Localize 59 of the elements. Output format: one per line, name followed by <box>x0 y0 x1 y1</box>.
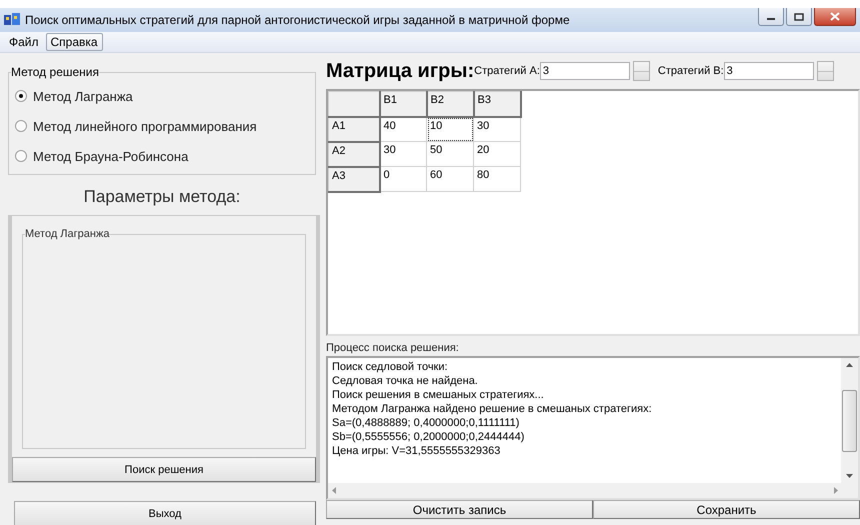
table-cell[interactable]: 30 <box>474 116 520 142</box>
menu-item[interactable]: Справка <box>46 33 103 51</box>
right-arrow-icon[interactable] <box>834 487 838 494</box>
up-arrow-icon[interactable] <box>846 363 853 367</box>
horizontal-scrollbar[interactable] <box>328 483 858 498</box>
radio-label[interactable]: Метод Лагранжа <box>33 88 133 104</box>
column-header: B3 <box>474 92 520 116</box>
table-cell[interactable]: 50 <box>426 142 474 166</box>
down-arrow-icon[interactable] <box>846 474 853 478</box>
field-label: Стратегий А: <box>474 65 540 77</box>
group-title: Метод Лагранжа <box>25 228 110 240</box>
number-field[interactable]: 3 <box>540 62 630 80</box>
table-cell[interactable]: 0 <box>380 166 426 192</box>
column-header: B2 <box>426 92 474 116</box>
app-icon <box>4 13 20 27</box>
radio-label[interactable]: Метод Брауна-Робинсона <box>33 148 188 164</box>
action-button[interactable]: Очистить запись <box>326 500 593 519</box>
close-icon <box>830 12 840 21</box>
log-line: Цена игры: V=31,5555555329363 <box>332 444 502 458</box>
exit-button[interactable]: Выход <box>14 501 316 525</box>
field-label: Стратегий В: <box>658 65 724 77</box>
log-line: Поиск решения в смешаных стратегиях... <box>332 388 545 402</box>
log-line: Седловая точка не найдена. <box>332 374 479 388</box>
table-cell[interactable]: 40 <box>380 116 426 142</box>
radio-button[interactable] <box>15 120 27 132</box>
window-title: Поиск оптимальных стратегий для парной антогонистической игры заданной в матричной форме <box>25 13 571 27</box>
row-header: A1 <box>328 116 380 142</box>
maximize-icon <box>794 12 804 20</box>
table-cell[interactable]: 60 <box>426 166 474 192</box>
menu-item[interactable]: Файл <box>4 33 44 51</box>
row-header: A3 <box>328 166 380 192</box>
minimize-button[interactable] <box>758 8 784 26</box>
column-header: B1 <box>380 92 426 116</box>
table-cell[interactable]: 10 <box>426 116 474 142</box>
radio-button[interactable] <box>15 150 27 162</box>
log-line: Sa=(0,4888889; 0,4000000;0,1111111) <box>332 416 520 430</box>
table-cell[interactable]: 80 <box>474 166 520 192</box>
table-cell[interactable]: 20 <box>474 142 520 166</box>
search-button[interactable]: Поиск решения <box>12 457 316 482</box>
log-line: Sb=(0,5555556; 0,2000000;0,2444444) <box>332 430 526 444</box>
matrix-title: Матрица игры: <box>326 60 474 82</box>
left-arrow-icon[interactable] <box>332 487 336 494</box>
header-cell <box>328 92 380 116</box>
maximize-button[interactable] <box>786 8 812 26</box>
section-title: Параметры метода: <box>82 187 242 207</box>
close-button[interactable] <box>814 8 856 26</box>
radio-button[interactable] <box>15 90 27 102</box>
number-field[interactable]: 3 <box>724 62 814 80</box>
spinner-buttons[interactable] <box>816 61 834 81</box>
group-title: Метод решения <box>11 65 99 79</box>
vertical-scrollbar[interactable] <box>841 358 858 483</box>
row-header: A2 <box>328 142 380 166</box>
action-button[interactable]: Сохранить <box>593 500 860 519</box>
radio-label[interactable]: Метод линейного программирования <box>33 118 257 134</box>
log-line: Поиск седловой точки: <box>332 360 449 374</box>
log-line: Методом Лагранжа найдено решение в смешаных стратегиях: <box>332 402 653 416</box>
log-title: Процесс поиска решения: <box>326 342 460 354</box>
table-cell[interactable]: 30 <box>380 142 426 166</box>
spinner-buttons[interactable] <box>632 61 650 81</box>
